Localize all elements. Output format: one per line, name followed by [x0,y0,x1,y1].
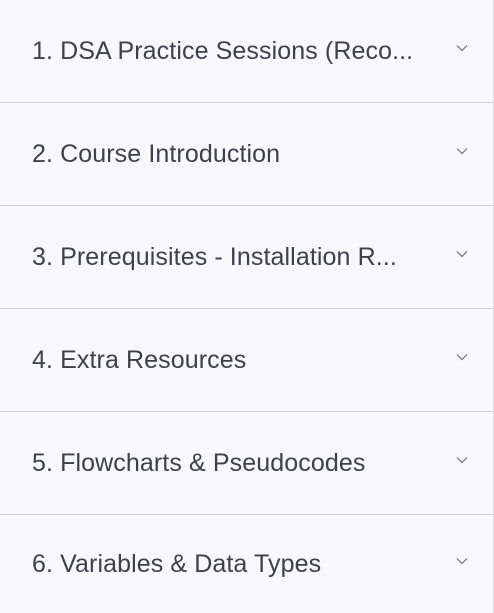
section-title: 5. Flowcharts & Pseudocodes [32,450,366,476]
section-title: 6. Variables & Data Types [32,551,322,577]
section-course-introduction[interactable]: 2. Course Introduction [0,103,493,206]
section-flowcharts-pseudocodes[interactable]: 5. Flowcharts & Pseudocodes [0,412,493,515]
section-extra-resources[interactable]: 4. Extra Resources [0,309,493,412]
section-dsa-practice-sessions[interactable]: 1. DSA Practice Sessions (Reco... [0,0,493,103]
chevron-down-icon[interactable] [455,554,469,568]
section-title: 2. Course Introduction [32,141,281,167]
chevron-down-icon[interactable] [455,41,469,55]
section-variables-data-types[interactable]: 6. Variables & Data Types [0,515,493,613]
chevron-down-icon[interactable] [455,453,469,467]
section-prerequisites-installation[interactable]: 3. Prerequisites - Installation R... [0,206,493,309]
course-content-accordion: 1. DSA Practice Sessions (Reco... 2. Cou… [0,0,494,613]
section-title: 3. Prerequisites - Installation R... [32,244,397,270]
chevron-down-icon[interactable] [455,144,469,158]
chevron-down-icon[interactable] [455,247,469,261]
chevron-down-icon[interactable] [455,350,469,364]
section-title: 1. DSA Practice Sessions (Reco... [32,38,414,64]
section-title: 4. Extra Resources [32,347,247,373]
